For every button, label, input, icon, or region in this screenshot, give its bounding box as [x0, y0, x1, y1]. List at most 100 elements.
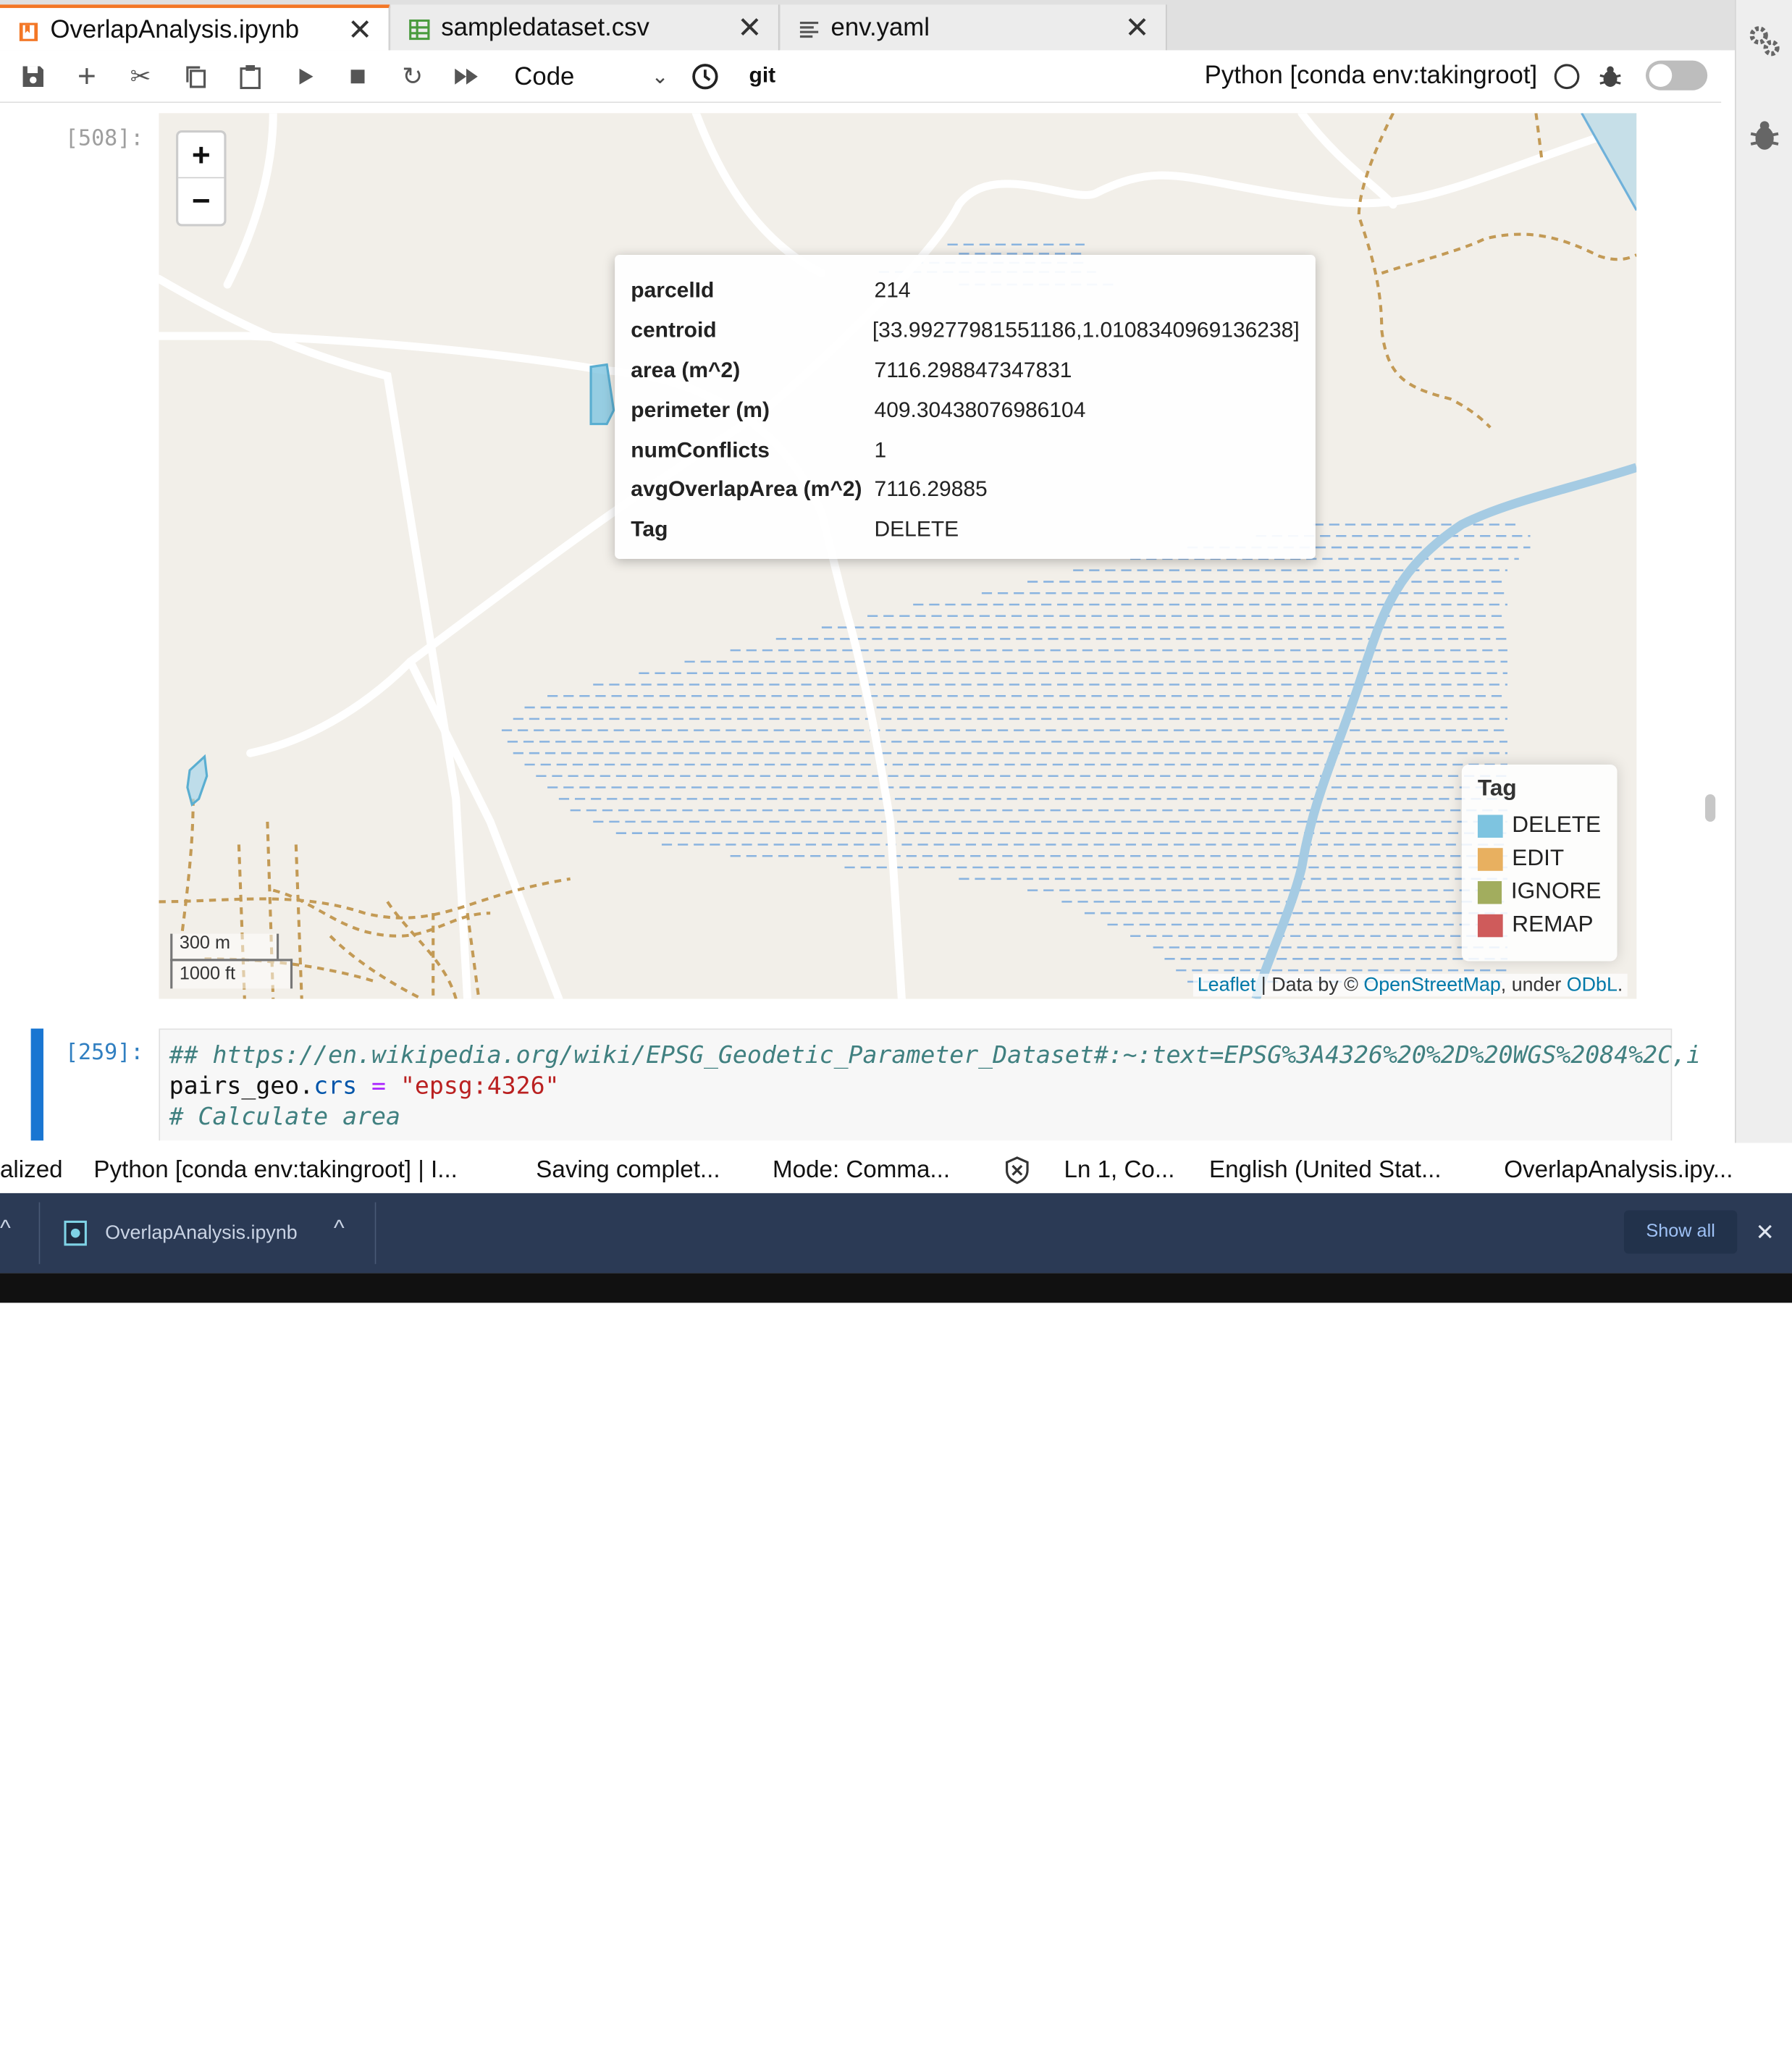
parcel-polygon-small — [186, 754, 209, 807]
tooltip-key: centroid — [631, 319, 717, 343]
openstreetmap-link[interactable]: OpenStreetMap — [1363, 974, 1500, 996]
code-line-comment-url: ## https://en.wikipedia.org/wiki/EPSG_Ge… — [169, 1040, 1701, 1069]
status-mode: Mode: Comma... — [773, 1156, 951, 1183]
trusted-shield-icon[interactable] — [1004, 1156, 1031, 1192]
debugger-panel-bug-icon[interactable] — [1749, 119, 1780, 159]
copy-icon — [186, 66, 206, 88]
active-cell-indicator — [30, 1028, 43, 1141]
code-variable: pairs_geo — [169, 1072, 300, 1100]
zoom-out-button[interactable]: − — [178, 178, 224, 224]
execution-time-button[interactable] — [688, 59, 722, 93]
status-cursor[interactable]: Ln 1, Co... — [1064, 1156, 1175, 1184]
legend-swatch — [1477, 847, 1503, 870]
chevron-up-icon[interactable]: ^ — [334, 1216, 345, 1242]
zoom-in-button[interactable]: + — [178, 132, 224, 179]
download-separator — [374, 1202, 377, 1264]
legend-label: REMAP — [1512, 912, 1594, 938]
status-kernel[interactable]: Python [conda env:takingroot] | I... — [93, 1156, 457, 1184]
run-all-button[interactable] — [449, 59, 483, 93]
show-all-button[interactable]: Show all — [1623, 1210, 1738, 1254]
tab-bar: OverlapAnalysis.ipynb ✕ sampledataset.cs… — [0, 0, 1736, 51]
git-button[interactable]: git — [743, 59, 782, 93]
cell-type-select[interactable]: Code ⌄ — [514, 61, 668, 93]
tooltip-row: area (m^2) 7116.298847347831 — [631, 352, 1299, 392]
restart-button[interactable]: ↻ — [395, 59, 429, 93]
status-bar: alized Python [conda env:takingroot] | I… — [0, 1149, 1792, 1193]
code-dot: . — [299, 1072, 314, 1100]
download-filename[interactable]: OverlapAnalysis.ipynb — [105, 1221, 297, 1245]
scissors-icon: ✂ — [130, 62, 151, 91]
legend-swatch — [1477, 880, 1502, 904]
copy-button[interactable] — [178, 59, 212, 93]
save-button[interactable] — [16, 59, 50, 93]
run-button[interactable] — [288, 59, 322, 93]
save-icon — [22, 66, 43, 87]
notebook-toolbar: + ✂ ↻ Code ⌄ git Python [conda env:takin… — [0, 50, 1722, 104]
close-icon[interactable]: ✕ — [1124, 12, 1150, 42]
tooltip-key: perimeter (m) — [631, 398, 770, 423]
property-inspector-gears-icon[interactable] — [1747, 23, 1781, 65]
kernel-name[interactable]: Python [conda env:takingroot] — [1205, 61, 1537, 91]
odbl-link[interactable]: ODbL — [1567, 974, 1618, 996]
legend-title: Tag — [1477, 775, 1517, 802]
tooltip-key: Tag — [631, 518, 668, 542]
zoom-control: + − — [176, 130, 227, 227]
code-cell-editor[interactable]: ## https://en.wikipedia.org/wiki/EPSG_Ge… — [159, 1028, 1701, 1141]
tooltip-row: numConflicts 1 — [631, 431, 1299, 471]
debugger-bug-icon[interactable] — [1593, 59, 1627, 93]
tab-label: sampledataset.csv — [441, 12, 649, 41]
feature-tooltip: parcelId 214 centroid [33.99277981551186… — [615, 254, 1316, 559]
text-file-icon — [799, 17, 819, 38]
cut-button[interactable]: ✂ — [123, 59, 157, 93]
status-language[interactable]: English (United Stat... — [1209, 1156, 1442, 1184]
chevron-down-icon: ⌄ — [651, 64, 669, 88]
stop-button[interactable] — [340, 59, 374, 93]
tooltip-value: 7116.29885 — [874, 478, 988, 502]
code-line-comment: # Calculate area — [169, 1103, 400, 1131]
code-attribute: crs — [314, 1072, 358, 1100]
clipboard-icon — [240, 64, 261, 90]
map-legend: Tag DELETE EDIT IGNORE REMAP — [1461, 764, 1618, 962]
tab-label: OverlapAnalysis.ipynb — [50, 14, 300, 43]
legend-label: DELETE — [1512, 812, 1602, 838]
tab-env-yaml[interactable]: env.yaml ✕ — [781, 4, 1167, 51]
attribution-text: | Data by © — [1255, 973, 1364, 996]
tab-sampledataset[interactable]: sampledataset.csv ✕ — [390, 4, 780, 51]
leaflet-link[interactable]: Leaflet — [1198, 974, 1256, 996]
legend-item: EDIT — [1477, 842, 1601, 875]
legend-item: IGNORE — [1477, 875, 1602, 909]
close-icon[interactable]: ✕ — [348, 14, 373, 44]
status-save: Saving complet... — [536, 1156, 720, 1183]
leaflet-map[interactable]: + − parcelId 214 centroid [33.9927798155… — [159, 113, 1637, 999]
chevron-up-icon[interactable]: ^ — [0, 1216, 11, 1242]
tab-overlapanalysis[interactable]: OverlapAnalysis.ipynb ✕ — [0, 4, 390, 51]
tooltip-value: 7116.298847347831 — [874, 358, 1072, 383]
tooltip-key: area (m^2) — [631, 358, 741, 383]
tab-label: env.yaml — [830, 12, 930, 41]
download-bar: ^ OverlapAnalysis.ipynb ^ Show all ✕ — [0, 1192, 1792, 1274]
map-attribution: Leaflet | Data by © OpenStreetMap, under… — [1192, 973, 1628, 997]
legend-label: IGNORE — [1510, 878, 1602, 904]
plus-icon: + — [77, 58, 96, 94]
status-item: alized — [0, 1156, 63, 1183]
debugger-toggle[interactable] — [1645, 60, 1708, 91]
tooltip-key: parcelId — [631, 279, 715, 303]
close-icon[interactable]: ✕ — [1755, 1219, 1774, 1247]
attribution-text: . — [1617, 973, 1623, 996]
clock-icon — [692, 64, 718, 90]
add-cell-button[interactable]: + — [70, 58, 104, 94]
scale-bar: 300 m 1000 ft — [170, 933, 293, 989]
tooltip-value: 214 — [874, 279, 911, 303]
close-icon[interactable]: ✕ — [737, 12, 762, 42]
refresh-icon: ↻ — [402, 62, 424, 91]
download-separator — [38, 1202, 41, 1264]
notebook-panel: [508]: + − parcelId 214 centroid [33.992… — [0, 103, 1722, 1141]
spreadsheet-icon — [409, 17, 430, 41]
status-filename: OverlapAnalysis.ipy... — [1504, 1156, 1733, 1183]
paste-button[interactable] — [233, 59, 267, 93]
notebook-icon — [18, 19, 38, 41]
scale-metric: 300 m — [170, 933, 279, 962]
code-string: "epsg:4326" — [400, 1072, 560, 1100]
tooltip-row: avgOverlapArea (m^2) 7116.29885 — [631, 471, 1299, 510]
notebook-scrollbar[interactable] — [1705, 794, 1716, 822]
